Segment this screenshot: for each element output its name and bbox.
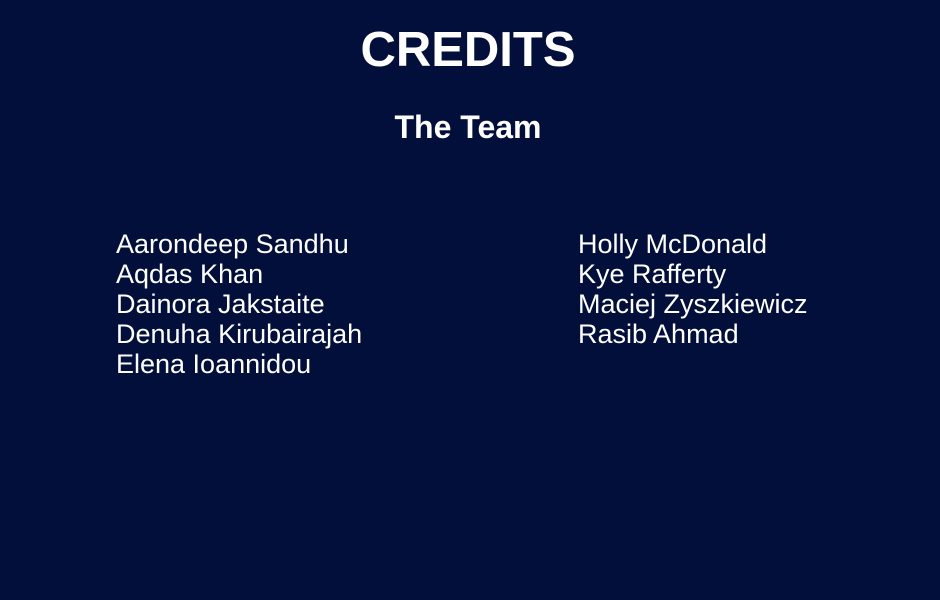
- team-list-left: Aarondeep Sandhu Aqdas Khan Dainora Jaks…: [116, 229, 362, 379]
- team-member: Maciej Zyszkiewicz: [578, 289, 808, 319]
- team-list-right: Holly McDonald Kye Rafferty Maciej Zyszk…: [578, 229, 808, 349]
- team-member: Dainora Jakstaite: [116, 289, 325, 319]
- team-member: Kye Rafferty: [578, 259, 727, 289]
- page-title: CREDITS: [360, 23, 576, 77]
- team-member: Elena Ioannidou: [116, 349, 312, 379]
- team-member: Aarondeep Sandhu: [116, 229, 349, 259]
- team-member: Aqdas Khan: [116, 259, 264, 289]
- team-member: Rasib Ahmad: [578, 319, 739, 349]
- team-member: Denuha Kirubairajah: [116, 319, 363, 349]
- team-member: Holly McDonald: [578, 229, 768, 259]
- section-heading: The Team: [394, 109, 542, 145]
